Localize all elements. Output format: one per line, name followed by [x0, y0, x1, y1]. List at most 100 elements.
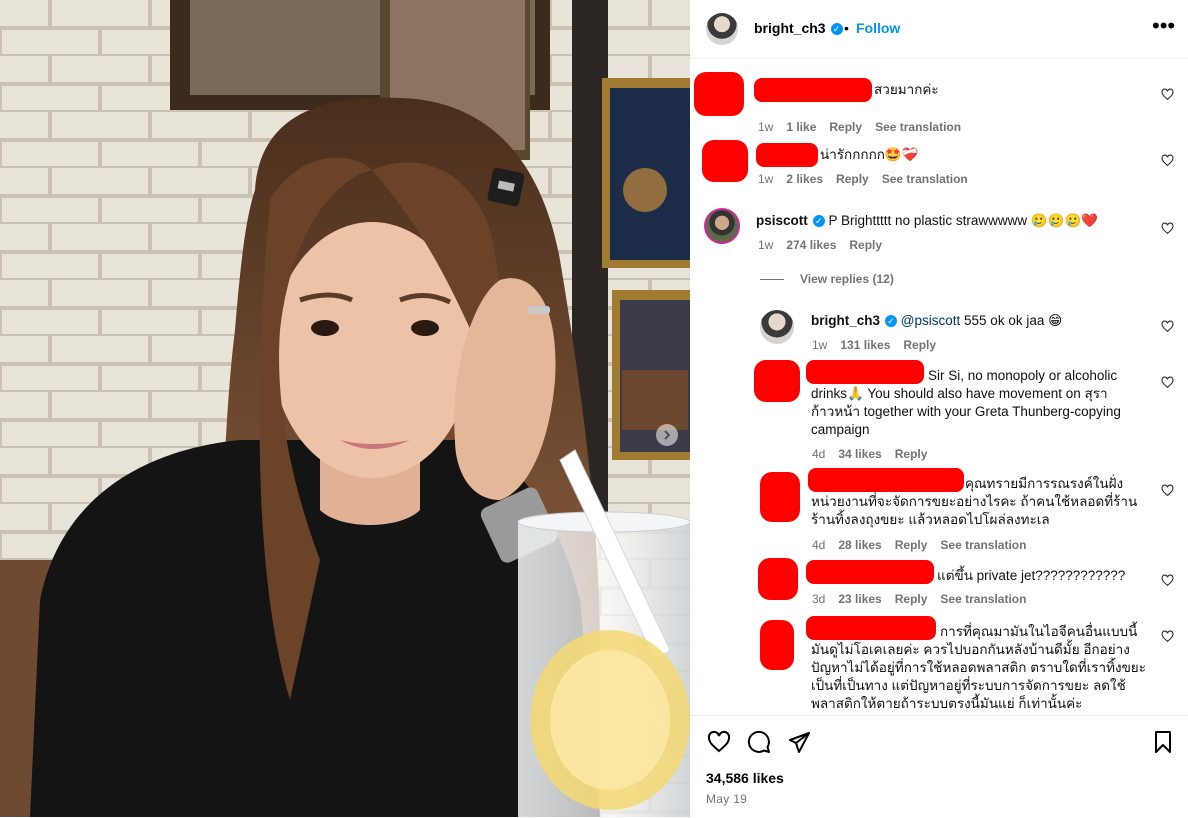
- commenter-avatar[interactable]: [704, 208, 740, 244]
- author-username-text[interactable]: bright_ch3: [754, 20, 826, 36]
- see-translation-button[interactable]: See translation: [875, 120, 961, 134]
- verified-badge-icon: ✓: [812, 215, 825, 227]
- view-replies-button[interactable]: View replies (12): [760, 272, 894, 286]
- redacted-avatar: [760, 620, 794, 670]
- likes-count[interactable]: 34,586 likes: [706, 770, 784, 786]
- chevron-right-icon: [664, 430, 671, 440]
- reply-text: แต่ขึ้น private jet????????????: [937, 568, 1126, 583]
- reply-meta: 4d 34 likes Reply: [812, 447, 940, 461]
- comment-time: 1w: [758, 238, 774, 252]
- selfie-image: [0, 0, 690, 817]
- comment-likes[interactable]: 274 likes: [786, 238, 836, 252]
- reply-button[interactable]: Reply: [849, 238, 882, 252]
- reply-button[interactable]: Reply: [829, 120, 862, 134]
- comment-likes[interactable]: 2 likes: [786, 172, 823, 186]
- redacted-avatar: [754, 360, 800, 402]
- heart-icon[interactable]: [1161, 222, 1174, 235]
- reply-button[interactable]: Reply: [836, 172, 869, 186]
- comment-text: สวยมากค่ะ: [874, 82, 939, 97]
- redacted-avatar: [758, 558, 798, 600]
- redacted-avatar: [760, 472, 800, 522]
- redacted-username: [756, 143, 818, 167]
- comment-item: สวยมากค่ะ 1w 1 like Reply See translation: [690, 72, 1188, 134]
- comment-meta: 1w 274 likes Reply: [758, 238, 895, 252]
- reply-likes[interactable]: 34 likes: [838, 447, 881, 461]
- reply-likes[interactable]: 131 likes: [840, 338, 890, 352]
- comment-item: น่ารักกกกก🤩❤️‍🩹 1w 2 likes Reply See transl…: [690, 140, 1188, 202]
- reply-time: 4d: [812, 447, 826, 461]
- reply-text: bright_ch3 ✓ @psiscott 555 ok ok jaa 😁: [811, 312, 1062, 330]
- heart-icon[interactable]: [707, 730, 731, 754]
- reply-body-rest: หน่วยงานที่จะจัดการขยะอย่างไรคะ ถ้าคนใช้…: [811, 494, 1138, 527]
- comment-body: P Brighttttt no plastic strawwwww 🥲🥲🥲❤️: [828, 213, 1099, 228]
- comment-text: psiscott ✓ P Brighttttt no plastic straww…: [756, 212, 1098, 230]
- instagram-post-view: bright_ch3 ✓ • Follow ••• สวยมากค่ะ 1w 1 l…: [0, 0, 1188, 817]
- reply-meta: 1w 131 likes Reply: [812, 338, 949, 352]
- reply-item: คุณทรายมีการรณรงค์ในฝั่ง หน่วยงานที่จะจั…: [690, 468, 1188, 554]
- mention-link[interactable]: @psiscott: [901, 313, 960, 328]
- comment-time: 1w: [758, 120, 774, 134]
- reply-button[interactable]: Reply: [903, 338, 936, 352]
- reply-item: bright_ch3 ✓ @psiscott 555 ok ok jaa 😁 1w…: [690, 310, 1188, 356]
- post-header: bright_ch3 ✓ • Follow •••: [690, 0, 1188, 59]
- carousel-next-button[interactable]: [656, 424, 678, 446]
- reply-meta: 3d 23 likes Reply See translation: [812, 592, 1039, 606]
- redacted-username: [806, 560, 934, 584]
- reply-likes[interactable]: 23 likes: [838, 592, 881, 606]
- comment-icon[interactable]: [747, 730, 771, 754]
- comment-likes[interactable]: 1 like: [786, 120, 816, 134]
- heart-icon[interactable]: [1161, 320, 1174, 333]
- see-translation-button[interactable]: See translation: [940, 538, 1026, 552]
- reply-likes[interactable]: 28 likes: [838, 538, 881, 552]
- see-translation-button[interactable]: See translation: [940, 592, 1026, 606]
- bookmark-icon[interactable]: [1151, 730, 1175, 754]
- reply-text: คุณทรายมีการรณรงค์ในฝั่ง หน่วยงานที่จะจั…: [811, 475, 1147, 529]
- heart-icon[interactable]: [1161, 376, 1174, 389]
- more-options-icon[interactable]: •••: [1152, 15, 1175, 37]
- reply-body-rest: drinks🙏 You should also have movement on…: [811, 386, 1121, 437]
- comment-text: น่ารักกกกก🤩❤️‍🩹: [820, 147, 919, 162]
- reply-button[interactable]: Reply: [895, 538, 928, 552]
- comments-list[interactable]: สวยมากค่ะ 1w 1 like Reply See translation น…: [690, 58, 1188, 715]
- reply-text: Sir Si, no monopoly or alcoholic drinks🙏…: [811, 367, 1141, 439]
- heart-icon[interactable]: [1161, 574, 1174, 587]
- separator-dot: •: [844, 20, 849, 36]
- author-avatar[interactable]: [706, 13, 738, 45]
- reply-body-line1: Sir Si, no monopoly or alcoholic: [928, 368, 1118, 383]
- heart-icon[interactable]: [1161, 484, 1174, 497]
- redacted-avatar: [694, 72, 744, 116]
- post-photo[interactable]: [0, 0, 690, 817]
- reply-time: 1w: [812, 338, 828, 352]
- verified-badge-icon: ✓: [885, 315, 898, 327]
- reply-body-line1: คุณทรายมีการรณรงค์ในฝั่ง: [965, 476, 1124, 491]
- reply-time: 3d: [812, 592, 826, 606]
- reply-button[interactable]: Reply: [895, 447, 928, 461]
- redacted-username: [754, 78, 872, 102]
- reply-text: การที่คุณมามันในไอจีคนอื่นแบบนี้ มันดูไม…: [811, 623, 1147, 713]
- heart-icon[interactable]: [1161, 88, 1174, 101]
- reply-meta: 4d 28 likes Reply See translation: [812, 538, 1039, 552]
- comment-meta: 1w 2 likes Reply See translation: [758, 172, 981, 186]
- comment-time: 1w: [758, 172, 774, 186]
- post-date[interactable]: May 19: [706, 792, 747, 806]
- reply-username[interactable]: bright_ch3: [811, 313, 880, 328]
- heart-icon[interactable]: [1161, 630, 1174, 643]
- commenter-username[interactable]: psiscott: [756, 213, 808, 228]
- post-side-panel: bright_ch3 ✓ • Follow ••• สวยมากค่ะ 1w 1 l…: [690, 0, 1188, 817]
- verified-badge-icon: ✓: [830, 23, 843, 35]
- see-translation-button[interactable]: See translation: [882, 172, 968, 186]
- reply-item: แต่ขึ้น private jet???????????? 3d 23 lik…: [690, 558, 1188, 612]
- post-action-bar: 34,586 likes May 19: [690, 715, 1188, 818]
- reply-time: 4d: [812, 538, 826, 552]
- reply-body-line1: การที่คุณมามันในไอจีคนอื่นแบบนี้: [940, 624, 1138, 639]
- reply-button[interactable]: Reply: [895, 592, 928, 606]
- author-username[interactable]: bright_ch3 ✓: [754, 20, 843, 36]
- follow-button[interactable]: Follow: [856, 20, 900, 36]
- reply-avatar[interactable]: [760, 310, 794, 344]
- reply-body-rest: มันดูไม่โอเคเลยค่ะ ควรไปบอกกันหลังบ้านดี…: [811, 642, 1146, 711]
- comment-item: psiscott ✓ P Brighttttt no plastic straww…: [690, 208, 1188, 268]
- reply-body: 555 ok ok jaa 😁: [964, 313, 1063, 328]
- share-icon[interactable]: [787, 730, 811, 754]
- redacted-avatar: [702, 140, 748, 182]
- heart-icon[interactable]: [1161, 154, 1174, 167]
